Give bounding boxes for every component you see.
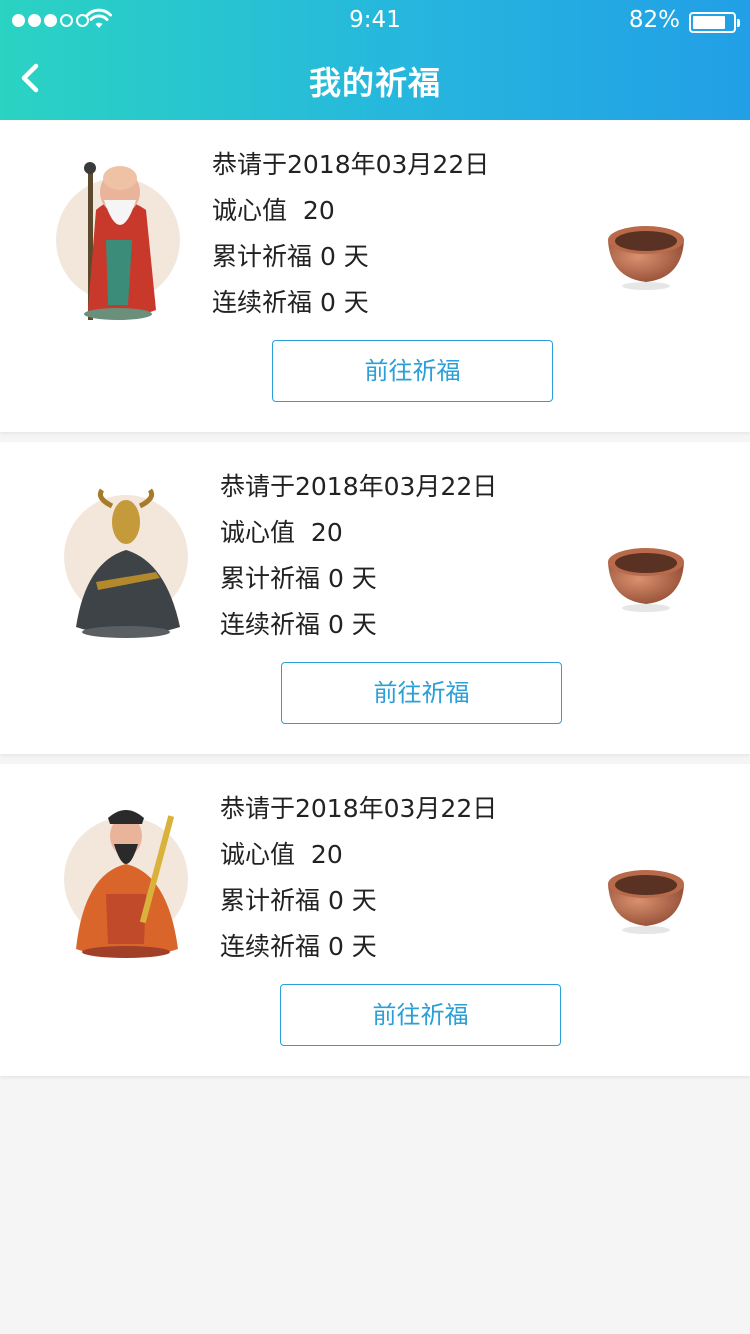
blessing-card: 恭请于2018年03月22日 诚心值 20 累计祈福 0 天 连续祈福 0 天 … <box>0 764 750 1076</box>
total-days-text: 累计祈福 0 天 <box>220 886 377 915</box>
total-days-text: 累计祈福 0 天 <box>212 242 369 271</box>
app-header: 9:41 82% 我的祈福 <box>0 0 750 120</box>
sincerity-value: 20 <box>310 840 343 869</box>
streak-days-text: 连续祈福 0 天 <box>220 932 377 961</box>
go-blessing-button[interactable]: 前往祈福 <box>281 662 562 724</box>
sincerity-value: 20 <box>302 196 335 225</box>
go-blessing-button[interactable]: 前往祈福 <box>280 984 561 1046</box>
blessing-card: 恭请于2018年03月22日 诚心值 20 累计祈福 0 天 连续祈福 0 天 … <box>0 442 750 754</box>
battery-percent: 82% <box>628 7 680 33</box>
sincerity-label: 诚心值 <box>220 840 296 869</box>
blessing-info: 恭请于2018年03月22日 诚心值 20 累计祈福 0 天 连续祈福 0 天 <box>220 786 497 970</box>
go-blessing-button[interactable]: 前往祈福 <box>272 340 553 402</box>
date-text: 恭请于2018年03月22日 <box>220 794 498 823</box>
streak-days-text: 连续祈福 0 天 <box>220 610 377 639</box>
sincerity-row: 诚心值 20 <box>220 510 497 556</box>
sincerity-label: 诚心值 <box>212 196 288 225</box>
sincerity-value: 20 <box>310 518 343 547</box>
offering-bowl-icon <box>608 226 684 290</box>
page-title: 我的祈福 <box>308 64 441 102</box>
wealth-god-icon <box>64 810 188 958</box>
streak-days-text: 连续祈福 0 天 <box>212 288 369 317</box>
blessing-list: 恭请于2018年03月22日 诚心值 20 累计祈福 0 天 连续祈福 0 天 … <box>0 120 750 1086</box>
offering-bowl-icon <box>608 870 684 934</box>
battery-icon <box>689 12 740 33</box>
blessing-info: 恭请于2018年03月22日 诚心值 20 累计祈福 0 天 连续祈福 0 天 <box>220 464 497 648</box>
sincerity-label: 诚心值 <box>220 518 296 547</box>
date-text: 恭请于2018年03月22日 <box>220 472 498 501</box>
status-bar: 9:41 82% <box>0 0 750 42</box>
longevity-god-icon <box>56 162 180 320</box>
offering-bowl-icon <box>608 548 684 612</box>
blessing-info: 恭请于2018年03月22日 诚心值 20 累计祈福 0 天 连续祈福 0 天 <box>212 142 489 326</box>
date-text: 恭请于2018年03月22日 <box>212 150 490 179</box>
total-days-text: 累计祈福 0 天 <box>220 564 377 593</box>
sincerity-row: 诚心值 20 <box>212 188 489 234</box>
goat-zodiac-icon <box>64 488 188 638</box>
blessing-card: 恭请于2018年03月22日 诚心值 20 累计祈福 0 天 连续祈福 0 天 … <box>0 120 750 432</box>
sincerity-row: 诚心值 20 <box>220 832 497 878</box>
